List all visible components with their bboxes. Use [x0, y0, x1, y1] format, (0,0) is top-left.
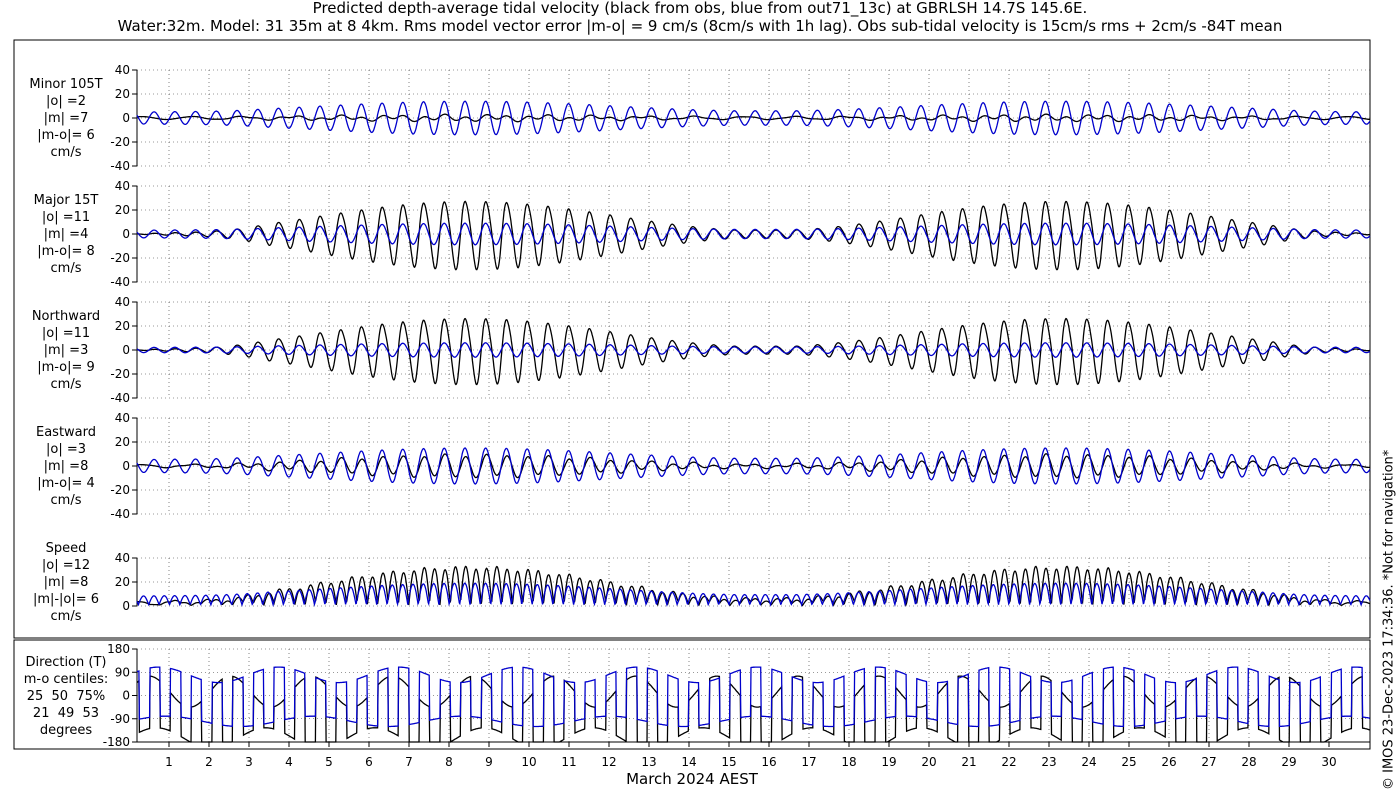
xtick-label-2: 2 — [205, 755, 213, 769]
northward-label-line-3: |m-o|= 9 — [37, 360, 95, 375]
speed-label-line-4: cm/s — [50, 609, 82, 624]
direction-series-model — [136, 666, 1371, 728]
xtick-label-6: 6 — [365, 755, 373, 769]
xtick-label-27: 27 — [1201, 755, 1216, 769]
xtick-label-14: 14 — [681, 755, 696, 769]
northward-label-line-4: cm/s — [50, 377, 82, 392]
major-panel-label: Major 15T |o| =11 |m| =4 |m-o|= 8 cm/s — [14, 192, 118, 277]
major-label-line-4: cm/s — [50, 261, 82, 276]
direction-label-line-1: m-o centiles: — [23, 672, 109, 687]
minor-label-line-0: Minor 105T — [29, 77, 103, 92]
speed-ytick-label-2: 0 — [122, 599, 130, 613]
eastward-ytick-label-0: 40 — [115, 411, 130, 425]
direction-label-line-3: 21 49 53 — [32, 706, 100, 721]
speed-label-line-2: |m| =8 — [43, 575, 89, 590]
xtick-label-29: 29 — [1281, 755, 1296, 769]
lower-frame — [13, 639, 1371, 750]
xtick-label-3: 3 — [245, 755, 253, 769]
xtick-label-16: 16 — [761, 755, 776, 769]
xtick-label-7: 7 — [405, 755, 413, 769]
major-label-line-3: |m-o|= 8 — [37, 244, 95, 259]
xtick-label-17: 17 — [801, 755, 816, 769]
xtick-label-13: 13 — [641, 755, 656, 769]
major-ytick-label-0: 40 — [115, 179, 130, 193]
speed-panel-label: Speed |o| =12 |m| =8 |m|-|o|= 6 cm/s — [14, 540, 118, 625]
xtick-label-4: 4 — [285, 755, 293, 769]
minor-ytick-label-0: 40 — [115, 63, 130, 77]
x-axis-label: March 2024 AEST — [626, 770, 759, 788]
xtick-label-11: 11 — [561, 755, 576, 769]
minor-panel-label: Minor 105T |o| =2 |m| =7 |m-o|= 6 cm/s — [14, 76, 118, 161]
speed-series-obs — [136, 565, 1371, 607]
minor-label-line-1: |o| =2 — [45, 94, 86, 109]
eastward-label-line-2: |m| =8 — [43, 459, 89, 474]
direction-ytick-label-2: 0 — [122, 689, 130, 703]
xtick-label-21: 21 — [961, 755, 976, 769]
northward-label-line-2: |m| =3 — [43, 343, 89, 358]
xtick-label-8: 8 — [445, 755, 453, 769]
xtick-label-30: 30 — [1321, 755, 1336, 769]
minor-label-line-3: |m-o|= 6 — [37, 128, 95, 143]
xtick-label-19: 19 — [881, 755, 896, 769]
xtick-label-28: 28 — [1241, 755, 1256, 769]
xtick-label-25: 25 — [1121, 755, 1136, 769]
eastward-ytick-label-4: -40 — [110, 507, 130, 521]
northward-panel-label: Northward |o| =11 |m| =3 |m-o|= 9 cm/s — [14, 308, 118, 393]
major-label-line-2: |m| =4 — [43, 227, 89, 242]
xtick-label-24: 24 — [1081, 755, 1096, 769]
direction-label-line-2: 25 50 75% — [26, 689, 106, 704]
direction-label-line-0: Direction (T) — [25, 655, 107, 670]
eastward-panel-label: Eastward |o| =3 |m| =8 |m-o|= 4 cm/s — [14, 424, 118, 509]
direction-label-line-4: degrees — [39, 723, 93, 738]
xtick-label-12: 12 — [601, 755, 616, 769]
northward-ytick-label-4: -40 — [110, 391, 130, 405]
major-ytick-label-4: -40 — [110, 275, 130, 289]
eastward-label-line-3: |m-o|= 4 — [37, 476, 95, 491]
minor-label-line-4: cm/s — [50, 145, 82, 160]
xtick-label-20: 20 — [921, 755, 936, 769]
major-label-line-1: |o| =11 — [41, 210, 91, 225]
speed-label-line-3: |m|-|o|= 6 — [32, 592, 100, 607]
copyright-credit: © IMOS 23-Dec-2023 17:34:36. *Not for na… — [1381, 449, 1396, 790]
northward-label-line-0: Northward — [31, 309, 101, 324]
eastward-ytick-label-2: 0 — [122, 459, 130, 473]
speed-label-line-0: Speed — [45, 541, 87, 556]
xtick-label-23: 23 — [1041, 755, 1056, 769]
major-label-line-0: Major 15T — [33, 193, 99, 208]
northward-ytick-label-2: 0 — [122, 343, 130, 357]
direction-panel-label: Direction (T) m-o centiles: 25 50 75% 21 49… — [14, 654, 118, 739]
minor-ytick-label-4: -40 — [110, 159, 130, 173]
xtick-label-1: 1 — [165, 755, 173, 769]
eastward-label-line-4: cm/s — [50, 493, 82, 508]
eastward-label-line-0: Eastward — [35, 425, 97, 440]
minor-ytick-label-2: 0 — [122, 111, 130, 125]
xtick-label-10: 10 — [521, 755, 536, 769]
xtick-label-18: 18 — [841, 755, 856, 769]
direction-series-obs — [136, 675, 1371, 743]
xtick-label-22: 22 — [1001, 755, 1016, 769]
tidal-velocity-chart: 40200-20-4040200-20-4040200-20-4040200-2… — [13, 39, 1371, 788]
speed-label-line-1: |o| =12 — [41, 558, 91, 573]
xtick-label-26: 26 — [1161, 755, 1176, 769]
minor-label-line-2: |m| =7 — [43, 111, 89, 126]
xtick-label-15: 15 — [721, 755, 736, 769]
northward-label-line-1: |o| =11 — [41, 326, 91, 341]
xtick-label-9: 9 — [485, 755, 493, 769]
major-ytick-label-2: 0 — [122, 227, 130, 241]
northward-ytick-label-0: 40 — [115, 295, 130, 309]
eastward-label-line-1: |o| =3 — [45, 442, 86, 457]
xtick-label-5: 5 — [325, 755, 333, 769]
